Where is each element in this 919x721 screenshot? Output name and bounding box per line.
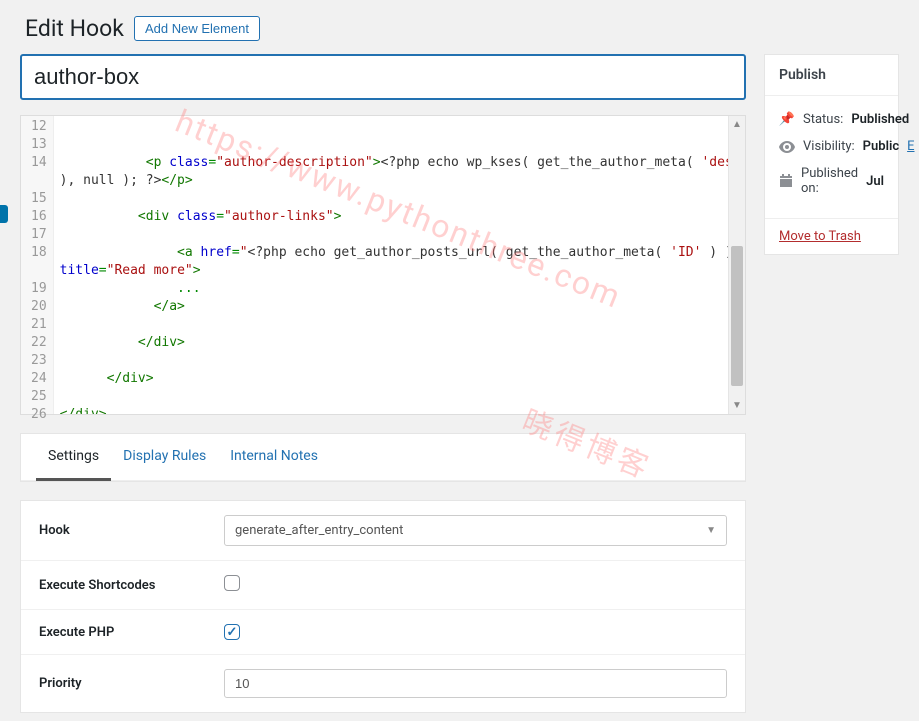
eye-icon <box>779 141 795 153</box>
published-label: Published on: <box>801 166 858 196</box>
visibility-row: Visibility: Public E <box>779 133 884 160</box>
status-row: 📌 Status: Published <box>779 106 884 133</box>
page-title: Edit Hook <box>25 15 124 42</box>
chevron-down-icon: ▼ <box>706 525 716 536</box>
execute-shortcodes-row: Execute Shortcodes <box>21 561 745 610</box>
scroll-thumb[interactable] <box>731 246 743 386</box>
element-title-input[interactable] <box>20 54 746 100</box>
calendar-icon <box>779 174 793 188</box>
tabs-panel: Settings Display Rules Internal Notes <box>20 433 746 482</box>
code-editor[interactable]: 121314 15161718 1920212223242526 <p clas… <box>20 115 746 415</box>
move-to-trash-link[interactable]: Move to Trash <box>765 218 898 254</box>
priority-row: Priority <box>21 655 745 712</box>
tab-internal-notes[interactable]: Internal Notes <box>218 434 330 481</box>
execute-shortcodes-checkbox[interactable] <box>224 575 240 591</box>
publish-title: Publish <box>765 55 898 96</box>
priority-input[interactable] <box>224 669 727 698</box>
pin-icon: 📌 <box>779 112 795 127</box>
hook-select-value: generate_after_entry_content <box>235 523 403 538</box>
visibility-edit-link[interactable]: E <box>907 139 914 154</box>
hook-row: Hook generate_after_entry_content ▼ <box>21 501 745 561</box>
execute-php-label: Execute PHP <box>39 625 204 640</box>
code-content[interactable]: <p class="author-description"><?php echo… <box>54 116 745 414</box>
settings-panel: Hook generate_after_entry_content ▼ Exec… <box>20 500 746 713</box>
scroll-up-arrow[interactable]: ▲ <box>729 116 745 133</box>
hook-label: Hook <box>39 523 204 538</box>
tab-settings[interactable]: Settings <box>36 434 111 481</box>
add-new-element-button[interactable]: Add New Element <box>134 16 260 41</box>
execute-shortcodes-label: Execute Shortcodes <box>39 578 204 593</box>
priority-label: Priority <box>39 676 204 691</box>
hook-select[interactable]: generate_after_entry_content ▼ <box>224 515 727 546</box>
published-on-row: Published on: Jul <box>779 160 884 202</box>
scroll-down-arrow[interactable]: ▼ <box>729 397 745 414</box>
published-value: Jul <box>866 174 884 189</box>
tab-display-rules[interactable]: Display Rules <box>111 434 218 481</box>
publish-box: Publish 📌 Status: Published Visibility: … <box>764 54 899 255</box>
line-gutter: 121314 15161718 1920212223242526 <box>21 116 54 414</box>
admin-menu-indicator <box>0 205 8 223</box>
execute-php-row: Execute PHP <box>21 610 745 655</box>
status-label: Status: <box>803 112 843 127</box>
status-value: Published <box>851 112 909 127</box>
visibility-value: Public <box>863 139 899 154</box>
editor-scrollbar[interactable]: ▲ ▼ <box>728 116 745 414</box>
visibility-label: Visibility: <box>803 139 855 154</box>
page-header: Edit Hook Add New Element <box>20 0 899 54</box>
tab-list: Settings Display Rules Internal Notes <box>21 434 745 481</box>
execute-php-checkbox[interactable] <box>224 624 240 640</box>
